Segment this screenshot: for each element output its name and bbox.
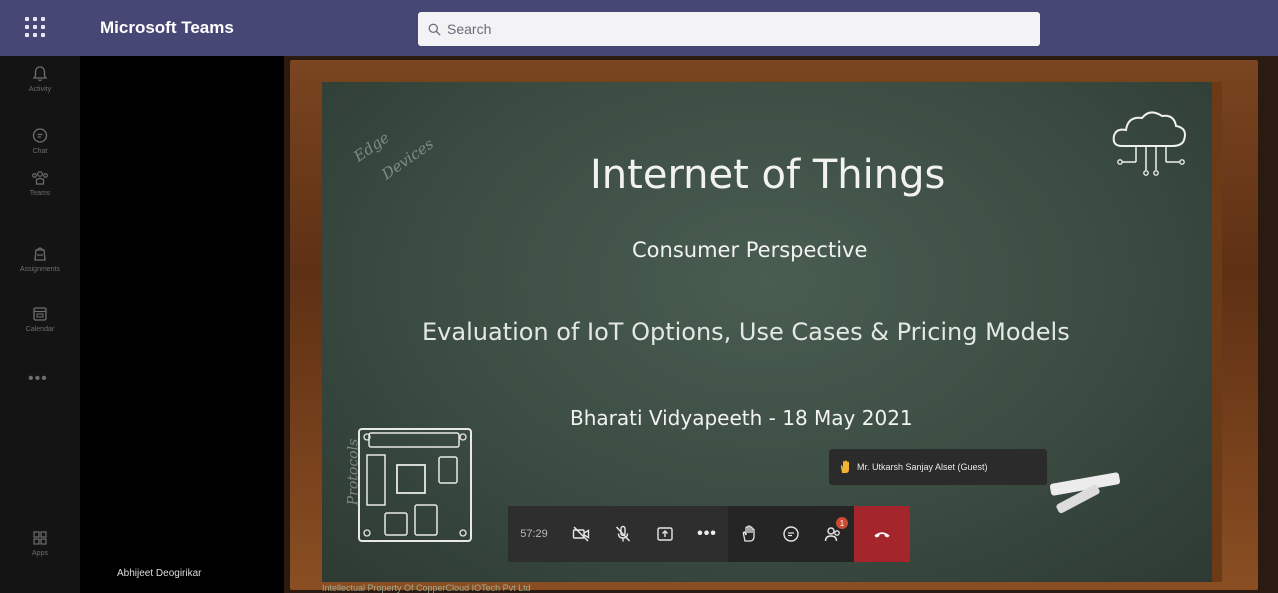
cloud-icon [1112, 111, 1186, 176]
search-placeholder: Search [447, 21, 492, 37]
participants-badge: 1 [836, 517, 848, 529]
slide-tagline: Evaluation of IoT Options, Use Cases & P… [422, 318, 1070, 346]
mic-toggle-button[interactable] [602, 506, 644, 562]
slide-subtitle: Consumer Perspective [632, 238, 868, 262]
slide-date-line: Bharati Vidyapeeth - 18 May 2021 [570, 406, 913, 430]
raised-hand-name: Mr. Utkarsh Sanjay Alset (Guest) [857, 462, 988, 472]
chat-bubble-icon [783, 526, 799, 542]
mic-off-icon [615, 525, 631, 542]
conversation-button[interactable] [770, 506, 812, 562]
assignments-icon [34, 247, 46, 261]
call-timer: 57:29 [520, 528, 548, 540]
call-controls-bar: 57:29 ••• 1 [508, 506, 910, 562]
circuit-board-icon [358, 428, 472, 542]
more-apps-button[interactable]: ••• [28, 370, 48, 388]
rail-item-teams[interactable]: Teams [0, 168, 80, 224]
rail-item-assignments[interactable]: Assignments [0, 244, 80, 300]
more-actions-button[interactable]: ••• [686, 506, 728, 562]
rail-label-chat: Chat [32, 148, 48, 155]
share-tray-icon [657, 527, 673, 541]
raised-hand-icon [840, 460, 849, 473]
rail-item-calendar[interactable]: Calendar [0, 304, 80, 360]
search-input[interactable]: Search [418, 12, 1040, 46]
slide-footer: Intellectual Property Of CopperCloud IOT… [322, 583, 531, 593]
rail-label-activity: Activity [28, 86, 52, 93]
camera-off-icon [572, 526, 590, 542]
hang-up-icon [874, 532, 890, 538]
participants-button[interactable]: 1 [812, 506, 854, 562]
slide-title: Internet of Things [590, 152, 946, 198]
rail-label-teams: Teams [29, 190, 51, 197]
rail-item-apps[interactable]: Apps [0, 528, 80, 584]
rail-label-apps: Apps [32, 550, 48, 557]
app-title: Microsoft Teams [100, 18, 234, 37]
rail-label-calendar: Calendar [25, 326, 55, 333]
top-bar: Microsoft Teams Search [0, 0, 1278, 56]
share-screen-button[interactable] [644, 506, 686, 562]
presenter-name: Abhijeet Deogirikar [117, 568, 202, 579]
raise-hand-button[interactable] [728, 506, 770, 562]
rail-item-activity[interactable]: Activity [0, 64, 80, 120]
calendar-icon [33, 307, 47, 321]
teams-icon [32, 171, 48, 185]
hang-up-button[interactable] [854, 506, 910, 562]
camera-toggle-button[interactable] [560, 506, 602, 562]
app-rail: Activity Chat Teams Assignments Calendar… [0, 56, 80, 593]
chat-icon [32, 128, 48, 143]
hand-icon [742, 525, 755, 542]
app-launcher-icon[interactable] [22, 14, 48, 40]
apps-icon [33, 531, 47, 545]
more-actions-label: ••• [697, 525, 717, 542]
raised-hand-notification[interactable]: Mr. Utkarsh Sanjay Alset (Guest) [829, 449, 1047, 485]
rail-label-assignments: Assignments [19, 266, 61, 273]
search-icon [428, 23, 441, 36]
bell-icon [32, 66, 48, 82]
participant-pane [80, 56, 284, 593]
